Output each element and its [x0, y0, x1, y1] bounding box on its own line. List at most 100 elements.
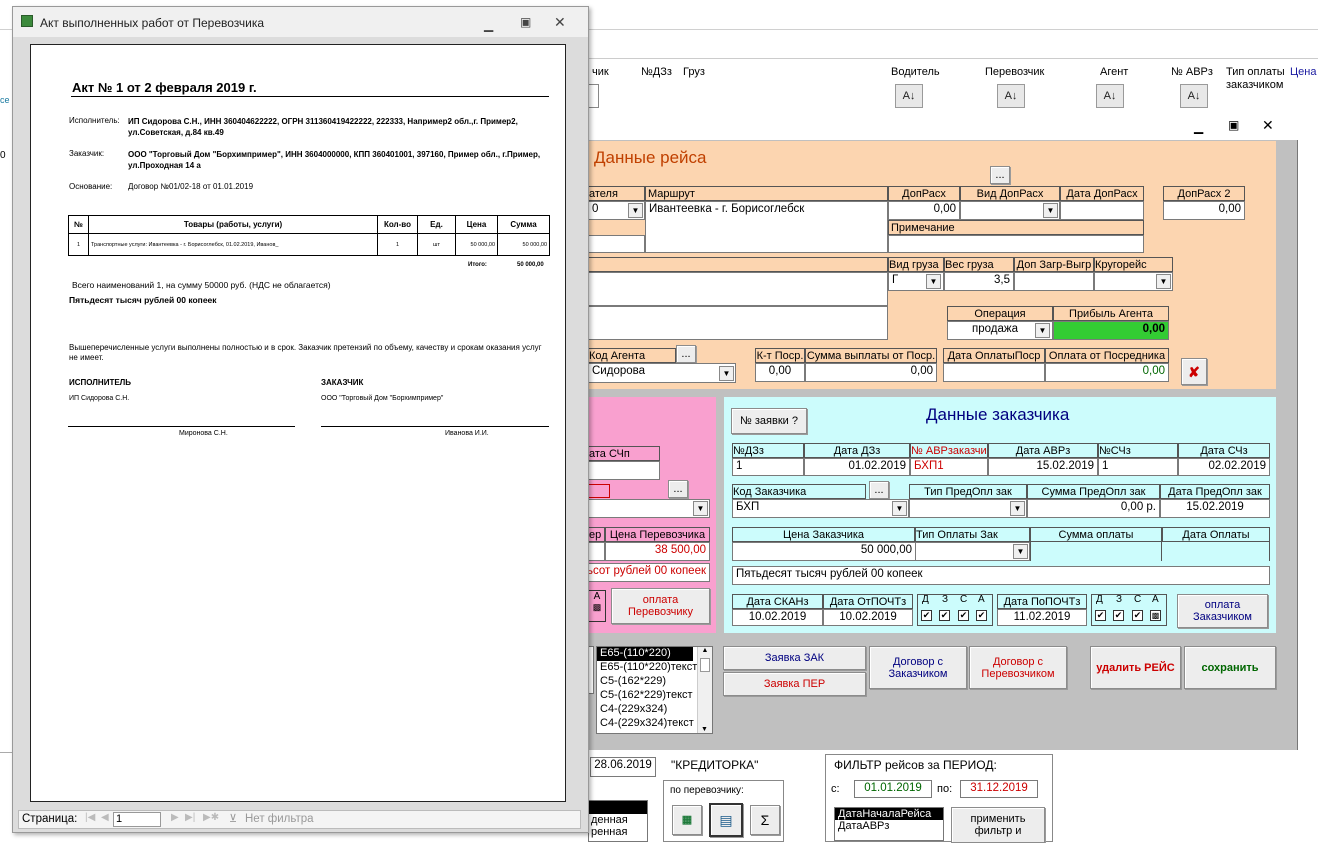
sort-az-button[interactable]: A↓ — [895, 84, 923, 108]
ellipsis-button[interactable]: ... — [668, 480, 688, 498]
data-avr-field[interactable]: 15.02.2019 — [988, 458, 1098, 476]
list-item[interactable]: ренная — [589, 826, 647, 838]
ellipsis-button[interactable]: ... — [869, 481, 889, 499]
dop-zagr-field[interactable] — [1014, 272, 1094, 291]
chevron-down-icon[interactable]: ▼ — [1013, 544, 1028, 559]
kt-field[interactable]: 0,00 — [755, 363, 805, 382]
dopras2-field[interactable]: 0,00 — [1163, 201, 1245, 220]
close-icon[interactable]: ✕ — [1262, 117, 1274, 134]
list-item[interactable]: С5-(162*229)текст — [597, 689, 712, 703]
cargo-field-2[interactable] — [588, 306, 888, 340]
ellipsis-button[interactable]: ... — [676, 345, 696, 363]
data-popocht-field[interactable]: 11.02.2019 — [997, 609, 1087, 626]
zayavki-button[interactable]: № заявки ? — [731, 408, 807, 434]
dogovor-per-button[interactable]: Договор с Перевозчиком — [969, 646, 1067, 689]
data-predopl-field[interactable]: 15.02.2019 — [1160, 499, 1270, 518]
filter-icon[interactable]: ⊻ — [229, 812, 237, 825]
minimize-icon[interactable]: ▁ — [484, 18, 493, 32]
chevron-down-icon[interactable]: ▼ — [628, 203, 643, 218]
chevron-down-icon[interactable]: ▼ — [693, 501, 708, 516]
list-item[interactable]: ДатаАВРз — [835, 820, 943, 832]
cancel-icon[interactable]: ✘ — [1181, 358, 1207, 385]
next-page-icon[interactable]: ▶ — [171, 812, 179, 823]
sort-az-button[interactable]: A↓ — [1096, 84, 1124, 108]
zayavka-zak-button[interactable]: Заявка ЗАК — [723, 646, 866, 670]
save-button[interactable]: сохранить — [1184, 646, 1276, 689]
calculator-icon[interactable]: ▤ — [709, 803, 743, 837]
opl-zakazchikom-button[interactable]: оплата Заказчиком — [1177, 594, 1268, 628]
cargo-field[interactable] — [588, 272, 888, 306]
route-field[interactable]: Ивантеевка - г. Борисоглебск — [645, 201, 888, 253]
page-input[interactable]: 1 — [113, 812, 161, 827]
delete-trip-button[interactable]: удалить РЕЙС — [1090, 646, 1181, 689]
list-item[interactable]: денная — [589, 814, 647, 826]
zayavka-per-button[interactable]: Заявка ПЕР — [723, 672, 866, 696]
carrier-a-checkbox[interactable]: А ▩ — [588, 590, 606, 622]
avr-field[interactable]: БХП1 — [910, 458, 988, 476]
date-field[interactable]: 28.06.2019 — [590, 757, 656, 777]
chevron-down-icon[interactable]: ▼ — [926, 274, 941, 289]
scrollbar[interactable]: ▲ ▼ — [697, 647, 712, 733]
data-sch-field[interactable]: 02.02.2019 — [1178, 458, 1270, 476]
chevron-down-icon[interactable]: ▼ — [1043, 203, 1058, 218]
data-skan-field[interactable]: 10.02.2019 — [732, 609, 823, 626]
date-to-field[interactable]: 31.12.2019 — [960, 780, 1038, 798]
excel-icon[interactable]: ▦ — [672, 805, 702, 835]
chevron-down-icon[interactable]: ▼ — [1035, 323, 1050, 338]
first-page-icon[interactable]: |◀ — [85, 812, 95, 823]
last-page-icon[interactable]: ▶| — [185, 812, 195, 823]
date-dopras-field[interactable] — [1060, 201, 1144, 220]
sort-az-button[interactable]: A↓ — [997, 84, 1025, 108]
z-checkbox[interactable]: ✔ — [939, 610, 950, 621]
summa-vypl-field[interactable]: 0,00 — [805, 363, 937, 382]
ves-field[interactable]: 3,5 — [944, 272, 1014, 291]
apply-filter-button[interactable]: применить фильтр и — [951, 807, 1045, 843]
chevron-down-icon[interactable]: ▼ — [1156, 274, 1171, 289]
no-filter-label[interactable]: Нет фильтра — [245, 813, 314, 825]
opl-ot-posr-field[interactable]: 0,00 — [1045, 363, 1169, 382]
s-checkbox[interactable]: ✔ — [958, 610, 969, 621]
note-field[interactable] — [888, 235, 1144, 253]
list-item[interactable]: С4-(229х324) — [597, 703, 712, 717]
chevron-down-icon[interactable]: ▼ — [1010, 501, 1025, 516]
driver-extra-field[interactable] — [588, 235, 645, 253]
sort-az-button[interactable]: A↓ — [1180, 84, 1208, 108]
list-item[interactable]: Е65-(110*220)текст — [597, 661, 712, 675]
d-checkbox[interactable]: ✔ — [921, 610, 932, 621]
cena-perevozchika-field[interactable]: 38 500,00 — [605, 542, 710, 561]
a-checkbox[interactable]: ▩ — [1150, 610, 1161, 621]
a-checkbox[interactable]: ✔ — [976, 610, 987, 621]
date-from-field[interactable]: 01.01.2019 — [854, 780, 932, 798]
prev-page-icon[interactable]: ◀ — [101, 812, 109, 823]
ndzz-field[interactable]: 1 — [732, 458, 804, 476]
d-checkbox[interactable]: ✔ — [1095, 610, 1106, 621]
list-item[interactable]: ДатаНачалаРейса — [835, 808, 943, 820]
dopras-field[interactable]: 0,00 — [888, 201, 960, 220]
close-icon[interactable]: ✕ — [554, 14, 566, 31]
summa-predopl-field[interactable]: 0,00 р. — [1027, 499, 1160, 518]
s-checkbox[interactable]: ✔ — [1132, 610, 1143, 621]
minimize-icon[interactable]: ▁ — [1194, 120, 1203, 134]
envelope-list[interactable]: Е65-(110*220) Е65-(110*220)текст С5-(162*2… — [596, 646, 713, 734]
list-item[interactable]: С4-(229х324)текст — [597, 717, 712, 731]
data-opl-posr-field[interactable] — [943, 363, 1045, 382]
cena-zakazchika-field[interactable]: 50 000,00 — [732, 542, 915, 561]
data-otpocht-field[interactable]: 10.02.2019 — [823, 609, 913, 626]
nsch-field[interactable]: 1 — [1098, 458, 1178, 476]
z-checkbox[interactable]: ✔ — [1113, 610, 1124, 621]
data-schp-field[interactable] — [588, 461, 660, 480]
sigma-button[interactable]: Σ — [750, 805, 780, 835]
kod-agenta-select[interactable]: Сидорова — [588, 363, 736, 383]
carrier-select[interactable] — [588, 499, 710, 518]
restore-icon[interactable]: ▣ — [1228, 118, 1239, 132]
nomer-field[interactable] — [588, 542, 605, 561]
ellipsis-button[interactable]: ... — [990, 166, 1010, 184]
summa-opl-field[interactable] — [1030, 542, 1162, 561]
chevron-down-icon[interactable]: ▼ — [892, 501, 907, 516]
chevron-down-icon[interactable]: ▼ — [719, 366, 734, 381]
new-record-icon[interactable]: ▶✱ — [203, 812, 219, 823]
data-dzz-field[interactable]: 01.02.2019 — [804, 458, 910, 476]
dogovor-zak-button[interactable]: Договор с Заказчиком — [869, 646, 967, 689]
filter-field-list[interactable]: ДатаНачалаРейса ДатаАВРз — [834, 807, 944, 841]
list-item[interactable]: Е65-(110*220) — [597, 647, 693, 661]
